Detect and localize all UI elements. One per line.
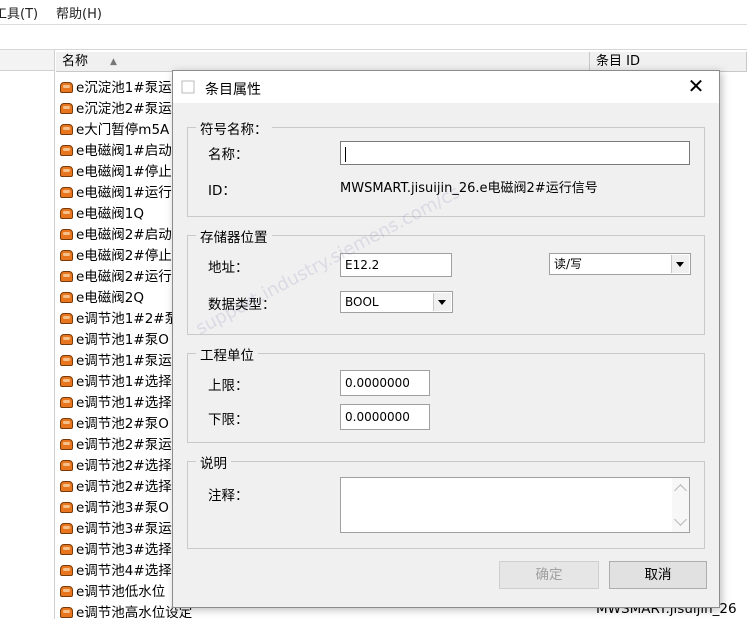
engineering-units-group-title: 工程单位 [196,344,258,364]
symbol-name-group-title: 符号名称： [196,118,272,138]
lower-limit-label: 下限： [208,412,249,428]
column-header-id-label: 条目 ID [596,54,640,69]
column-header-name[interactable]: 名称 ▲ [56,52,590,72]
row-name: e沉淀池2#泵运 [60,97,172,117]
row-name: e电磁阀1#停止 [60,160,172,180]
ok-button[interactable]: 确定 [499,561,599,589]
row-name: e调节池1#泵运 [60,349,172,369]
chevron-down-icon [433,293,451,311]
lower-limit-input[interactable]: 0.0000000 [340,404,430,430]
scroll-down-icon[interactable] [674,513,687,526]
tag-icon [60,544,73,555]
row-name: e电磁阀1#运行 [60,181,172,201]
row-name: e调节池2#选择 [60,454,172,474]
description-group-title: 说明 [196,452,231,472]
tag-icon [60,418,73,429]
sort-arrow-icon: ▲ [110,57,117,67]
row-name: e调节池1#2#泵 [60,307,178,327]
tag-icon [60,355,73,366]
tag-icon [60,565,73,576]
tag-icon [60,250,73,261]
tag-icon [60,481,73,492]
tag-icon [60,460,73,471]
row-name: e电磁阀2Q [60,286,144,306]
comment-textarea[interactable] [340,477,690,533]
name-input[interactable] [340,141,690,165]
row-name: e电磁阀1#启动 [60,139,172,159]
tag-icon [60,103,73,114]
upper-limit-label: 上限： [208,378,249,394]
menu-help[interactable]: 帮助(H) [56,3,102,22]
close-icon[interactable]: ✕ [673,71,719,103]
row-name: e电磁阀2#运行 [60,265,172,285]
tag-icon [60,208,73,219]
row-name: e调节池1#泵O [60,328,169,348]
symbol-name-group: 符号名称： 名称： ID： MWSMART.jisuijin_26.e电磁阀2#… [187,118,705,217]
tag-icon [60,82,73,93]
tag-icon [60,376,73,387]
cancel-button[interactable]: 取消 [609,561,707,589]
menu-tools[interactable]: 工具(T) [0,3,38,22]
engineering-units-group: 工程单位 上限： 0.0000000 下限： 0.0000000 [187,344,705,443]
row-name: e电磁阀1Q [60,202,144,222]
row-name: e电磁阀2#停止 [60,244,172,264]
tag-icon [60,586,73,597]
comment-scrollbar[interactable] [672,478,689,532]
item-properties-dialog: 条目属性 ✕ 符号名称： 名称： ID： MWSMART.jisuijin_26… [172,70,720,608]
row-name: e调节池3#选择 [60,538,172,558]
column-header-id[interactable]: 条目 ID [590,52,747,72]
tree-pane-header [0,50,54,71]
access-select[interactable]: 读/写 [549,253,691,275]
address-label: 地址： [208,260,249,276]
tag-icon [60,187,73,198]
tag-icon [60,313,73,324]
column-header-name-label: 名称 [62,54,89,69]
row-name: e沉淀池1#泵运 [60,76,172,96]
row-name: e调节池2#选择 [60,475,172,495]
tag-icon [60,397,73,408]
id-label: ID： [208,183,236,199]
description-group: 说明 注释： [187,452,705,549]
tag-icon [60,502,73,513]
storage-location-group-title: 存储器位置 [196,226,272,246]
tag-icon [60,271,73,282]
scroll-up-icon[interactable] [674,484,687,497]
tag-icon [60,145,73,156]
upper-limit-input[interactable]: 0.0000000 [340,370,430,396]
row-name: e调节池3#泵O [60,496,169,516]
row-name: e调节池2#泵O [60,412,169,432]
datatype-label: 数据类型： [208,297,276,313]
row-name: e大门暂停m5A [60,118,169,138]
row-name: e调节池4#选择 [60,559,172,579]
row-name: e电磁阀2#启动 [60,223,172,243]
row-name: e调节池1#选择 [60,391,172,411]
row-name: e调节池低水位 [60,580,165,600]
tag-icon [60,607,73,618]
row-name: e调节池1#选择 [60,370,172,390]
tag-icon [60,292,73,303]
tag-icon [60,229,73,240]
dialog-title: 条目属性 [205,82,261,98]
comment-label: 注释： [208,488,249,504]
storage-location-group: 存储器位置 地址： E12.2 读/写 数据类型： BOOL [187,226,705,335]
tag-icon [60,334,73,345]
tag-icon [60,166,73,177]
row-name: e调节池2#泵运 [60,433,172,453]
chevron-down-icon [671,255,689,273]
tag-icon [60,439,73,450]
id-value: MWSMART.jisuijin_26.e电磁阀2#运行信号 [340,181,598,196]
name-label: 名称： [208,147,249,163]
address-input[interactable]: E12.2 [340,253,452,277]
toolbar [0,25,747,50]
tree-pane[interactable] [0,50,55,619]
row-name: e调节池3#泵运 [60,517,172,537]
dialog-titlebar[interactable]: 条目属性 ✕ [173,71,719,103]
tag-icon [60,124,73,135]
text-caret [345,147,346,162]
menu-bar: 工具(T) 帮助(H) [0,0,747,25]
dialog-app-icon [181,80,195,94]
tag-icon [60,523,73,534]
datatype-select[interactable]: BOOL [340,291,453,313]
